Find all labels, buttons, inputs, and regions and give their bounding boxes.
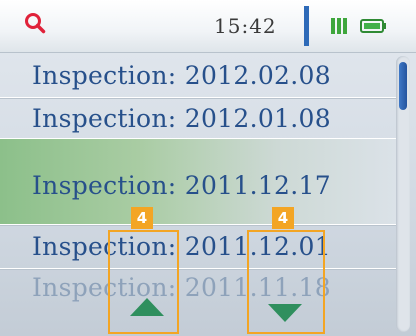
list-item[interactable]: Inspection: 2012.02.08 — [0, 53, 396, 98]
battery-icon — [360, 17, 388, 35]
device-screen: 15:42 Inspection: 2012.02.08 Inspection:… — [0, 0, 416, 336]
arrow-up-icon[interactable] — [130, 298, 164, 316]
list-item[interactable]: Inspection: 2012.01.08 — [0, 98, 396, 139]
status-bar: 15:42 — [0, 0, 416, 53]
list-item[interactable]: Inspection: 2011.11.18 — [0, 269, 396, 305]
list-item-label: Inspection: 2012.02.08 — [32, 60, 331, 90]
scrollbar-thumb[interactable] — [399, 62, 407, 110]
clock: 15:42 — [214, 14, 277, 38]
inspection-list: Inspection: 2012.02.08 Inspection: 2012.… — [0, 53, 396, 336]
annotation-badge: 4 — [131, 207, 153, 229]
status-divider — [304, 6, 309, 46]
list-item[interactable]: Inspection: 2011.12.01 — [0, 225, 396, 269]
search-icon[interactable] — [24, 12, 46, 34]
annotation-badge: 4 — [272, 207, 294, 229]
list-item-label: Inspection: 2012.01.08 — [32, 103, 331, 133]
list-item-selected[interactable]: Inspection: 2011.12.17 — [0, 139, 396, 225]
annotation-box-scroll-up — [108, 230, 179, 334]
arrow-down-icon[interactable] — [268, 304, 302, 322]
list-item-label: Inspection: 2011.12.17 — [32, 171, 331, 200]
signal-icon — [330, 16, 352, 36]
